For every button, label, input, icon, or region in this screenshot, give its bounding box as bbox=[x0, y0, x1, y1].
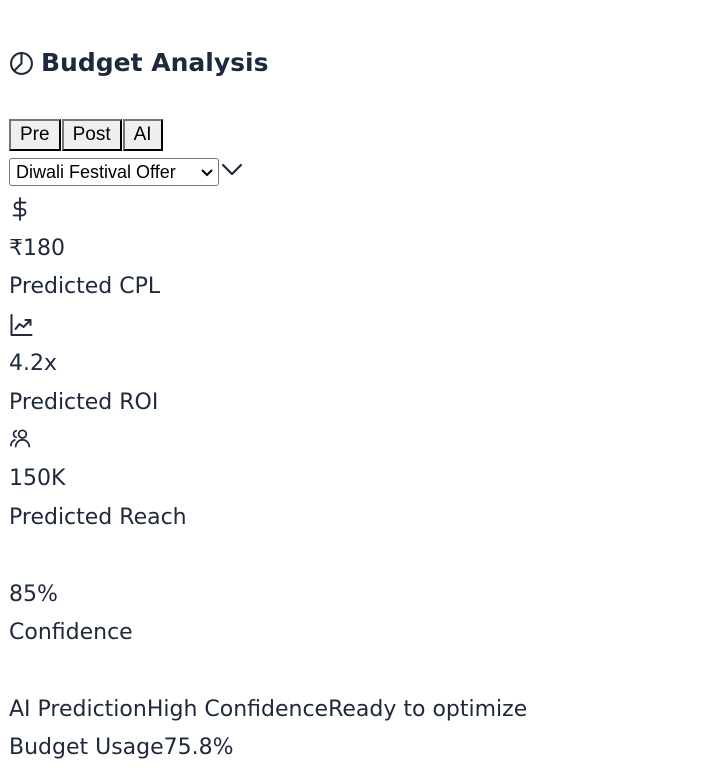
campaign-select-row: Diwali Festival Offer bbox=[9, 158, 244, 186]
cpl-value: ₹180 bbox=[9, 236, 65, 261]
tab-ai[interactable]: AI bbox=[122, 119, 163, 151]
trending-up-icon bbox=[9, 313, 34, 337]
roi-value: 4.2x bbox=[9, 351, 58, 376]
campaign-select-value: Diwali Festival Offer bbox=[16, 161, 176, 182]
campaign-select[interactable]: Diwali Festival Offer bbox=[9, 158, 219, 186]
status-line: AI PredictionHigh ConfidenceReady to opt… bbox=[9, 695, 527, 725]
page-title: Budget Analysis bbox=[9, 46, 268, 80]
budget-usage: Budget Usage75.8% bbox=[9, 733, 234, 763]
budget-analysis-page: Budget Analysis Pre Post AI Diwali Festi… bbox=[0, 0, 720, 782]
dollar-icon bbox=[9, 196, 31, 222]
tab-post[interactable]: Post bbox=[61, 119, 122, 151]
roi-label: Predicted ROI bbox=[9, 390, 159, 415]
pie-chart-icon bbox=[9, 51, 34, 76]
confidence-value: 85% bbox=[9, 582, 58, 607]
confidence-label: Confidence bbox=[9, 620, 133, 645]
reach-label: Predicted Reach bbox=[9, 505, 187, 530]
ai-prediction-text: AI Prediction bbox=[9, 697, 147, 722]
confidence-status-text: High Confidence bbox=[146, 697, 329, 722]
cpl-label: Predicted CPL bbox=[9, 274, 161, 299]
tab-pre[interactable]: Pre bbox=[9, 119, 61, 151]
chevron-down-icon[interactable] bbox=[220, 161, 244, 179]
reach-value: 150K bbox=[9, 466, 66, 491]
budget-usage-label: Budget Usage bbox=[9, 735, 164, 760]
page-title-text: Budget Analysis bbox=[41, 48, 269, 77]
analysis-tabs: Pre Post AI bbox=[9, 119, 163, 151]
ready-status-text: Ready to optimize bbox=[328, 697, 528, 722]
budget-usage-value: 75.8% bbox=[163, 735, 234, 760]
users-icon bbox=[9, 428, 34, 448]
select-chevron-icon bbox=[200, 162, 214, 183]
